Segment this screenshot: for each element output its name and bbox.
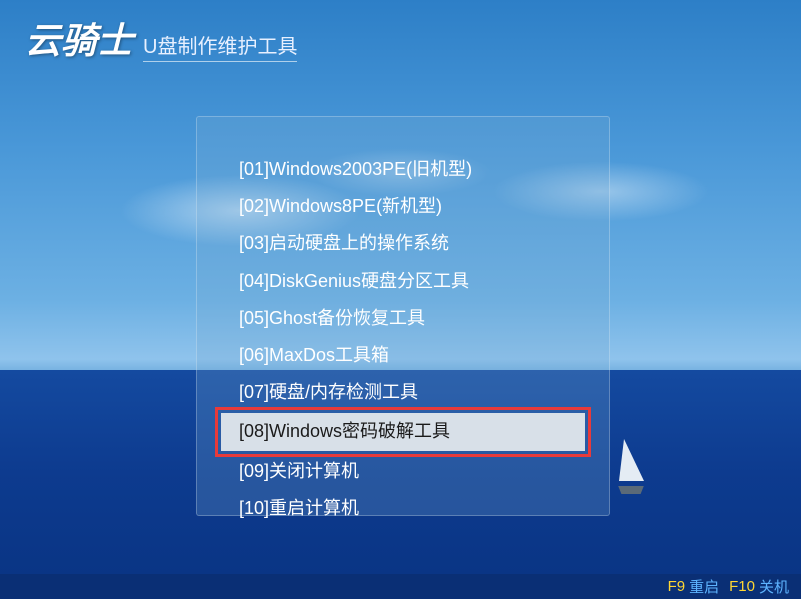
hotkey-f9: F9 [668, 578, 686, 595]
header: 云骑士 U盘制作维护工具 [25, 12, 297, 64]
boot-menu: [01]Windows2003PE(旧机型) [02]Windows8PE(新机… [196, 116, 610, 516]
subtitle-text: U盘制作维护工具 [143, 30, 297, 62]
menu-item-10[interactable]: [10]重启计算机 [197, 490, 609, 527]
menu-item-04[interactable]: [04]DiskGenius硬盘分区工具 [197, 263, 609, 300]
menu-item-03[interactable]: [03]启动硬盘上的操作系统 [197, 225, 609, 262]
hotkey-f9-action: 重启 [689, 576, 719, 597]
menu-item-09[interactable]: [09]关闭计算机 [197, 453, 609, 490]
hotkey-f10-action: 关机 [759, 576, 789, 597]
menu-item-06[interactable]: [06]MaxDos工具箱 [197, 337, 609, 374]
logo-text: 云骑士 [25, 12, 133, 64]
menu-item-07[interactable]: [07]硬盘/内存检测工具 [197, 374, 609, 411]
hotkey-f10: F10 [729, 578, 755, 595]
footer-hotkeys: F9 重启 F10 关机 [0, 574, 801, 599]
menu-item-08[interactable]: [08]Windows密码破解工具 [221, 413, 585, 450]
menu-item-02[interactable]: [02]Windows8PE(新机型) [197, 188, 609, 225]
menu-item-01[interactable]: [01]Windows2003PE(旧机型) [197, 151, 609, 188]
menu-item-05[interactable]: [05]Ghost备份恢复工具 [197, 300, 609, 337]
